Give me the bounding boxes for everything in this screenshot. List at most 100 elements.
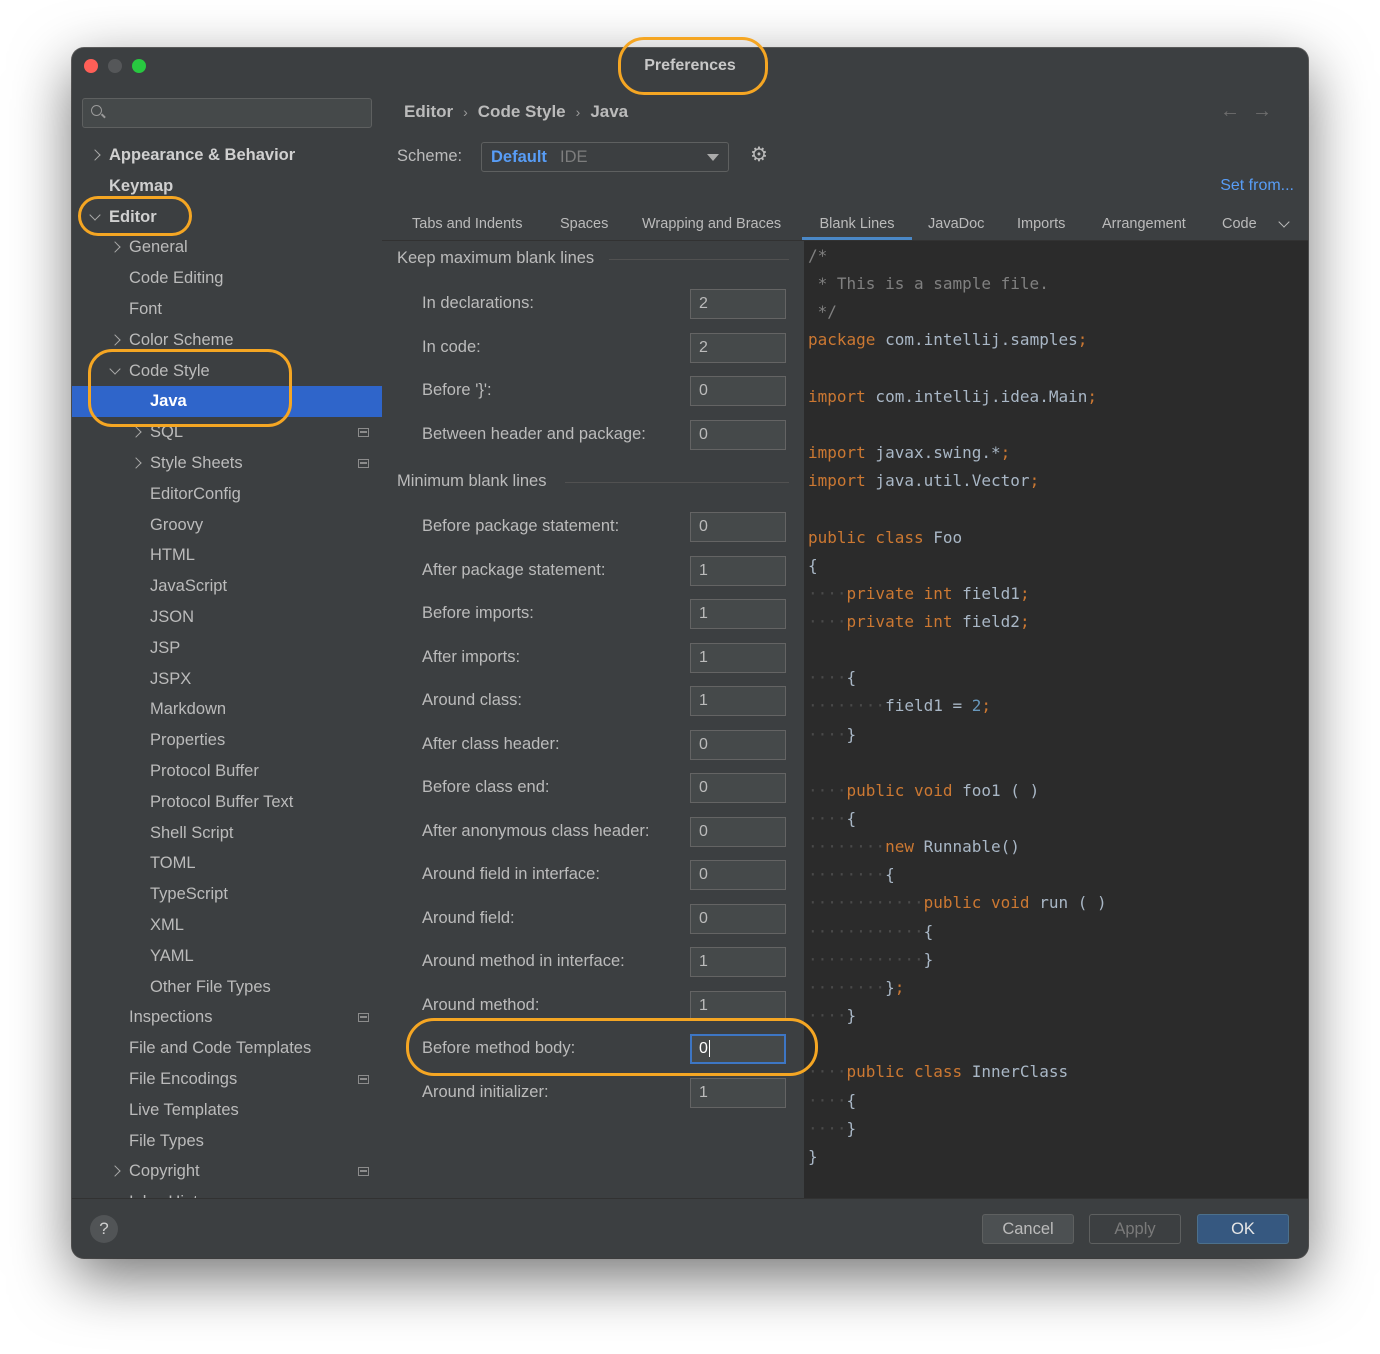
code-token: run ( ) [1029, 893, 1107, 913]
sidebar-item[interactable]: JavaScript [72, 571, 382, 602]
tab-code[interactable]: Code [1222, 214, 1257, 240]
sidebar-item[interactable]: HTML [72, 540, 382, 571]
blank-lines-input[interactable]: 1 [690, 555, 786, 586]
dialog-footer: ? Cancel Apply OK [72, 1198, 1308, 1258]
chevron-right-icon[interactable] [109, 1165, 121, 1177]
sidebar-item[interactable]: Inspections [72, 1002, 382, 1033]
apply-button[interactable]: Apply [1089, 1214, 1181, 1244]
code-line: { [808, 552, 818, 580]
blank-lines-input[interactable]: 0 [690, 512, 786, 542]
sidebar-item[interactable]: JSPX [72, 664, 382, 695]
sidebar-item[interactable]: YAML [72, 941, 382, 972]
blank-lines-input[interactable]: 1 [690, 686, 786, 716]
sidebar-item[interactable]: XML [72, 910, 382, 941]
scheme-dropdown[interactable]: Default IDE [481, 142, 729, 172]
sidebar-item[interactable]: Markdown [72, 694, 382, 725]
sidebar-item[interactable]: JSON [72, 602, 382, 633]
sidebar-item[interactable]: Protocol Buffer Text [72, 787, 382, 818]
dropdown-arrow-icon [707, 154, 719, 161]
code-token: ············ [808, 921, 924, 941]
blank-lines-input[interactable]: 0 [690, 773, 786, 803]
code-line: ············public void run ( ) [808, 889, 1107, 917]
sidebar-item[interactable]: Appearance & Behavior [72, 140, 382, 171]
blank-lines-input[interactable]: 0 [690, 376, 786, 407]
code-token: ···· [808, 724, 847, 744]
blank-lines-value: 2 [699, 295, 708, 312]
tab-arrangement[interactable]: Arrangement [1102, 214, 1186, 240]
forward-arrow-icon[interactable]: → [1252, 100, 1284, 122]
tab-javadoc[interactable]: JavaDoc [928, 214, 984, 240]
sidebar-item[interactable]: Groovy [72, 510, 382, 541]
blank-lines-input[interactable]: 1 [690, 947, 786, 977]
sidebar-item[interactable]: Inlay Hints [72, 1187, 382, 1198]
code-preview: /* * This is a sample file. */ package co… [804, 241, 1308, 1198]
gear-icon[interactable]: ⚙ [750, 145, 768, 165]
sidebar-item[interactable]: TOML [72, 848, 382, 879]
sidebar-item[interactable]: File Encodings [72, 1064, 382, 1095]
code-token: ···· [808, 1118, 847, 1138]
tab-tabs-and-indents[interactable]: Tabs and Indents [412, 214, 522, 240]
breadcrumb-item[interactable]: Code Style [478, 102, 566, 121]
sidebar-item[interactable]: JSP [72, 633, 382, 664]
sidebar-item[interactable]: Copyright [72, 1156, 382, 1187]
sidebar-item-label: Groovy [150, 515, 204, 534]
code-token: ········ [808, 696, 886, 716]
tab-wrapping-and-braces[interactable]: Wrapping and Braces [642, 214, 781, 240]
code-token: public class [808, 527, 924, 547]
chevron-right-icon[interactable] [130, 426, 142, 438]
code-token: { [885, 865, 895, 885]
blank-lines-input[interactable]: 2 [690, 332, 786, 363]
sidebar-item[interactable]: General [72, 232, 382, 263]
code-line: ····private int field2; [808, 608, 1030, 636]
sidebar-item[interactable]: Protocol Buffer [72, 756, 382, 787]
code-line: */ [808, 298, 837, 326]
code-token: } [808, 1146, 818, 1166]
sidebar-item[interactable]: Live Templates [72, 1095, 382, 1126]
help-button[interactable]: ? [90, 1215, 118, 1243]
blank-lines-input[interactable]: 1 [690, 990, 786, 1021]
settings-sidebar: Appearance & Behavior Keymap Editor General… [72, 84, 382, 1198]
sidebar-item[interactable]: EditorConfig [72, 479, 382, 510]
blank-lines-input[interactable]: 1 [690, 1077, 786, 1108]
back-arrow-icon[interactable]: ← [1220, 100, 1252, 122]
blank-lines-input[interactable]: 1 [690, 642, 786, 673]
breadcrumb-item[interactable]: Editor [404, 102, 453, 121]
blank-lines-input[interactable]: 1 [690, 599, 786, 629]
sidebar-item[interactable]: Code Editing [72, 263, 382, 294]
more-tabs-chevron-icon[interactable] [1278, 216, 1290, 228]
tab-spaces[interactable]: Spaces [560, 214, 608, 240]
ok-button[interactable]: OK [1197, 1214, 1289, 1244]
chevron-right-icon[interactable] [130, 457, 142, 469]
sidebar-item[interactable]: Properties [72, 725, 382, 756]
blank-lines-input[interactable]: 0 [690, 816, 786, 847]
blank-lines-input[interactable]: 0 [690, 860, 786, 890]
tab-blank-lines[interactable]: Blank Lines [802, 214, 912, 240]
sidebar-item[interactable]: File and Code Templates [72, 1033, 382, 1064]
sidebar-item[interactable]: Font [72, 294, 382, 325]
sidebar-item[interactable]: Style Sheets [72, 448, 382, 479]
chevron-right-icon[interactable] [109, 241, 121, 254]
chevron-right-icon[interactable] [89, 149, 101, 161]
code-token: import [808, 471, 866, 491]
code-token: { [808, 555, 818, 575]
search-icon [91, 105, 102, 116]
sidebar-item[interactable]: TypeScript [72, 879, 382, 910]
cancel-button[interactable]: Cancel [982, 1214, 1074, 1244]
tab-imports[interactable]: Imports [1017, 214, 1065, 240]
sidebar-item[interactable]: Shell Script [72, 818, 382, 849]
blank-lines-input[interactable]: 0 [690, 420, 786, 451]
sidebar-item-label: JavaScript [150, 577, 228, 596]
settings-search-input[interactable] [82, 98, 372, 128]
set-from-link[interactable]: Set from... [1220, 177, 1294, 195]
sidebar-item[interactable]: Other File Types [72, 972, 382, 1003]
blank-lines-input[interactable]: 2 [690, 289, 786, 319]
sidebar-item[interactable]: File Types [72, 1126, 382, 1157]
sidebar-item-label: TypeScript [150, 885, 228, 904]
blank-lines-input[interactable]: 0 [690, 903, 786, 934]
code-token: } [885, 977, 895, 997]
blank-lines-input[interactable]: 0 [690, 729, 786, 760]
chevron-right-icon[interactable] [109, 334, 121, 346]
sidebar-item-label: Inlay Hints [129, 1187, 206, 1198]
code-token: public void [923, 893, 1030, 913]
code-token: { [846, 1090, 857, 1110]
